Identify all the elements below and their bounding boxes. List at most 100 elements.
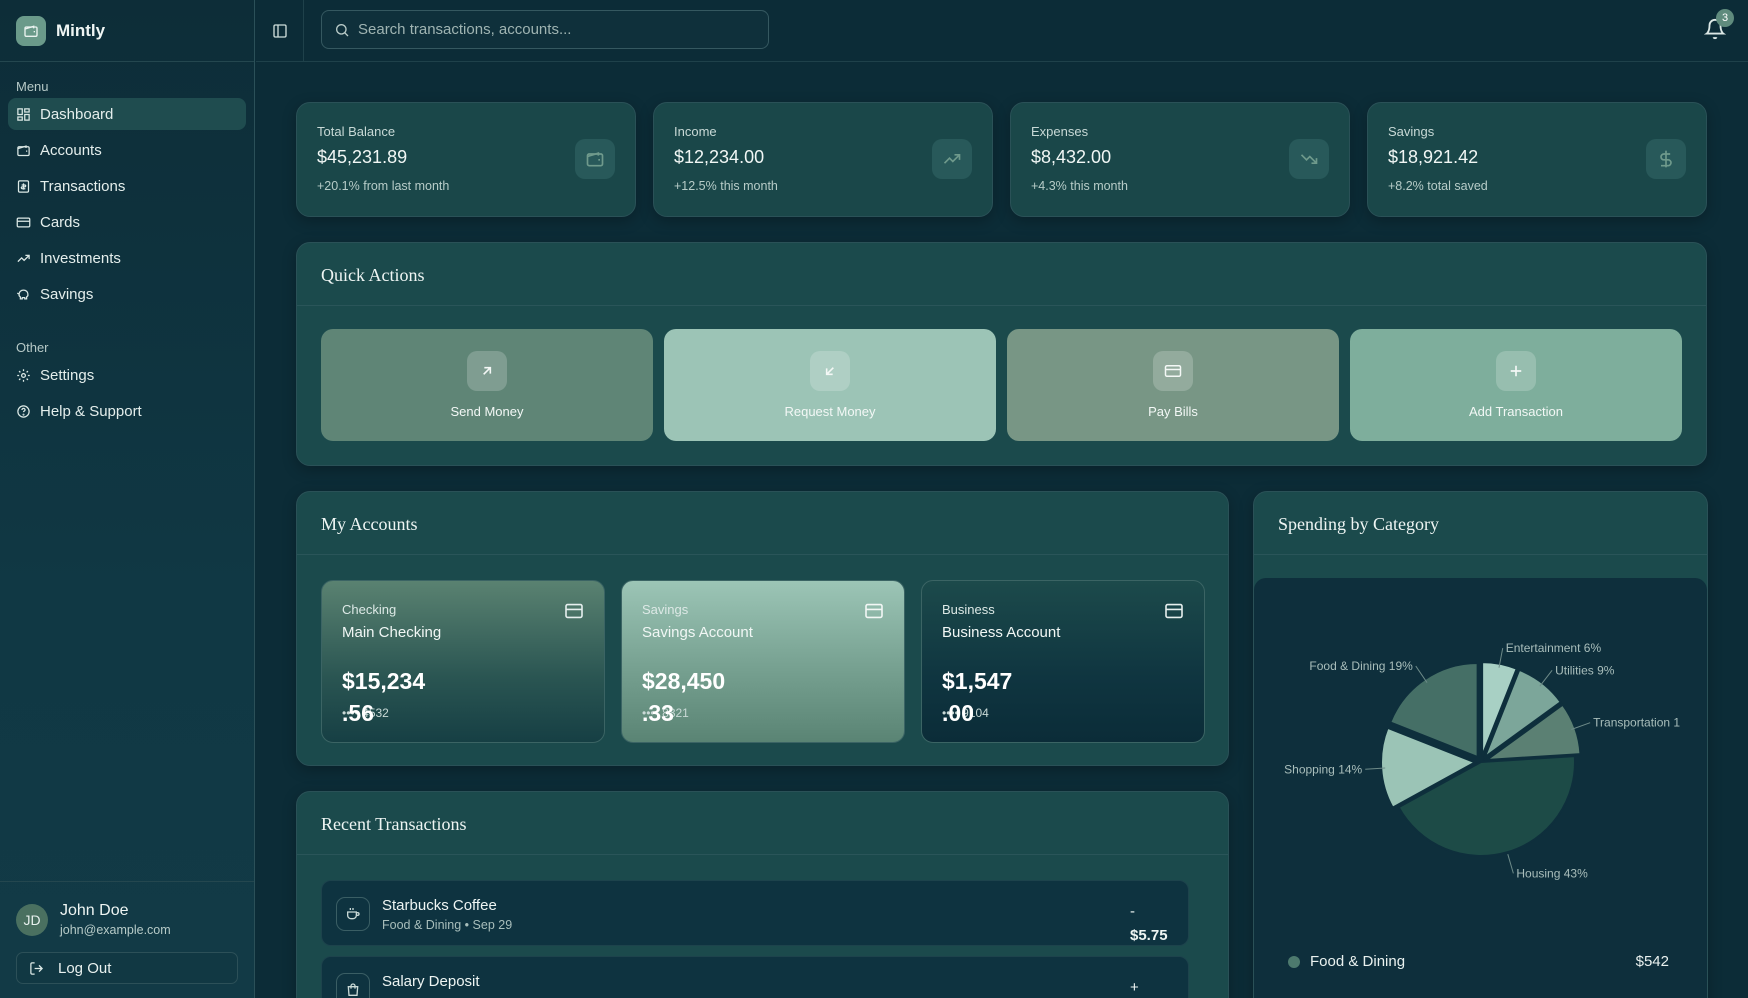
pie-label-entertainment: Entertainment 6% (1506, 641, 1602, 655)
brand-name: Mintly (56, 20, 106, 40)
transaction-amount: $5.75 (1130, 927, 1168, 944)
pie-label-utilities: Utilities 9% (1555, 663, 1615, 677)
arrow-down-left-icon (810, 351, 850, 391)
recent-transactions-title: Recent Transactions (321, 814, 467, 834)
stat-delta: +12.5% this month (674, 179, 778, 193)
user-profile[interactable]: JD John Doe john@example.com (0, 882, 254, 937)
pie-label-food-dining: Food & Dining 19% (1309, 659, 1413, 673)
logout-button[interactable]: Log Out (16, 952, 238, 984)
sidebar-panel-icon (272, 23, 287, 38)
send-money-button[interactable]: Send Money (321, 329, 653, 441)
pie-leader-line (1507, 854, 1514, 874)
stat-value: $45,231.89 (317, 147, 408, 167)
transaction-row[interactable]: Salary Deposit + (321, 956, 1189, 998)
other-nav: Settings Help & Support (0, 359, 254, 427)
sidebar-item-cards[interactable]: Cards (8, 206, 246, 238)
pie-leader-line (1539, 670, 1553, 687)
stat-value: $12,234.00 (674, 147, 765, 167)
transaction-meta: Food & Dining • Sep 29 (382, 918, 513, 932)
divider (297, 854, 1228, 855)
sidebar-item-savings[interactable]: Savings (8, 278, 246, 310)
account-name: Savings Account (642, 624, 753, 641)
sidebar-item-transactions[interactable]: Transactions (8, 170, 246, 202)
request-money-button[interactable]: Request Money (664, 329, 996, 441)
sidebar-item-dashboard[interactable]: Dashboard (8, 98, 246, 130)
account-type: Checking (342, 602, 397, 617)
divider (297, 554, 1228, 555)
logout-label: Log Out (58, 959, 112, 977)
quick-action-label: Pay Bills (1148, 404, 1198, 419)
dollar-icon (1646, 139, 1686, 179)
credit-card-icon (1165, 603, 1183, 619)
trending-down-icon (1289, 139, 1329, 179)
trending-up-icon (17, 254, 30, 262)
my-accounts-panel: My Accounts Checking Main Checking $15,2… (296, 491, 1229, 766)
account-card-savings[interactable]: Savings Savings Account $28,450 •••• 832… (621, 580, 905, 743)
top-header: 3 (256, 0, 1748, 62)
stat-value: $8,432.00 (1031, 147, 1112, 167)
quick-action-label: Send Money (450, 404, 524, 419)
receipt-icon (17, 179, 30, 193)
stat-delta: +8.2% total saved (1388, 179, 1488, 193)
stat-value: $18,921.42 (1388, 147, 1479, 167)
sidebar-item-label: Help & Support (40, 402, 142, 420)
stat-delta: +20.1% from last month (317, 179, 450, 193)
sidebar-item-investments[interactable]: Investments (8, 242, 246, 274)
other-section-label: Other (16, 340, 49, 355)
gear-icon (17, 368, 30, 382)
account-card-business[interactable]: Business Business Account $1,547 •••• 91… (921, 580, 1205, 743)
trending-up-icon (932, 139, 972, 179)
dashboard-icon (17, 107, 30, 121)
sidebar-item-help[interactable]: Help & Support (8, 395, 246, 427)
search-icon (336, 23, 349, 36)
sidebar-item-label: Savings (40, 285, 94, 303)
search-input[interactable] (358, 21, 758, 38)
sidebar: Mintly Menu Dashboard Accounts Transacti… (0, 0, 255, 998)
legend-swatch (1288, 956, 1300, 968)
sidebar-toggle-button[interactable] (256, 0, 304, 61)
account-balance: $28,450 (642, 668, 726, 694)
stat-label: Savings (1388, 124, 1435, 139)
pie-label-housing: Housing 43% (1516, 866, 1588, 880)
piggy-bank-icon (17, 289, 29, 299)
sidebar-item-label: Accounts (40, 141, 102, 159)
spending-title: Spending by Category (1278, 514, 1439, 534)
pie-label-transportation: Transportation 1 (1593, 716, 1680, 730)
user-email: john@example.com (60, 923, 171, 937)
sidebar-item-label: Settings (40, 366, 95, 384)
transaction-sign: - (1130, 903, 1135, 920)
account-balance: $15,234 (342, 668, 426, 694)
credit-card-icon (1153, 351, 1193, 391)
add-transaction-button[interactable]: Add Transaction (1350, 329, 1682, 441)
plus-icon (1496, 351, 1536, 391)
sidebar-footer: JD John Doe john@example.com Log Out (0, 881, 254, 998)
stat-delta: +4.3% this month (1031, 179, 1128, 193)
credit-card-icon (16, 217, 31, 227)
sidebar-item-label: Transactions (40, 177, 126, 195)
account-card-checking[interactable]: Checking Main Checking $15,234 •••• 4532… (321, 580, 605, 743)
spending-by-category-panel: Spending by Category Entertainment 6% Uti… (1253, 491, 1708, 998)
spending-chart: Entertainment 6% Utilities 9% Transportati… (1254, 578, 1707, 998)
quick-actions-title: Quick Actions (321, 265, 425, 285)
menu-section-label: Menu (16, 79, 49, 94)
account-balance: $1,547 (942, 668, 1013, 694)
pie-leader-line (1415, 665, 1428, 683)
wallet-icon (16, 15, 46, 46)
stat-label: Total Balance (317, 124, 396, 139)
sidebar-item-settings[interactable]: Settings (8, 359, 246, 391)
brand[interactable]: Mintly (0, 0, 254, 62)
account-balance-cents: .00 (942, 700, 974, 726)
main-nav: Dashboard Accounts Transactions Cards In… (0, 98, 254, 310)
pay-bills-button[interactable]: Pay Bills (1007, 329, 1339, 441)
transaction-row[interactable]: Starbucks Coffee Food & Dining • Sep 29 … (321, 880, 1189, 946)
user-name: John Doe (60, 902, 129, 919)
arrow-up-right-icon (467, 351, 507, 391)
pie-chart: Entertainment 6% Utilities 9% Transportati… (1284, 641, 1680, 880)
sidebar-item-accounts[interactable]: Accounts (8, 134, 246, 166)
transaction-name: Salary Deposit (382, 973, 480, 990)
recent-transactions-panel: Recent Transactions Starbucks Coffee Foo… (296, 791, 1229, 998)
search-box[interactable] (321, 10, 769, 49)
credit-card-icon (565, 603, 583, 619)
account-type: Savings (642, 602, 689, 617)
divider (1254, 554, 1707, 555)
